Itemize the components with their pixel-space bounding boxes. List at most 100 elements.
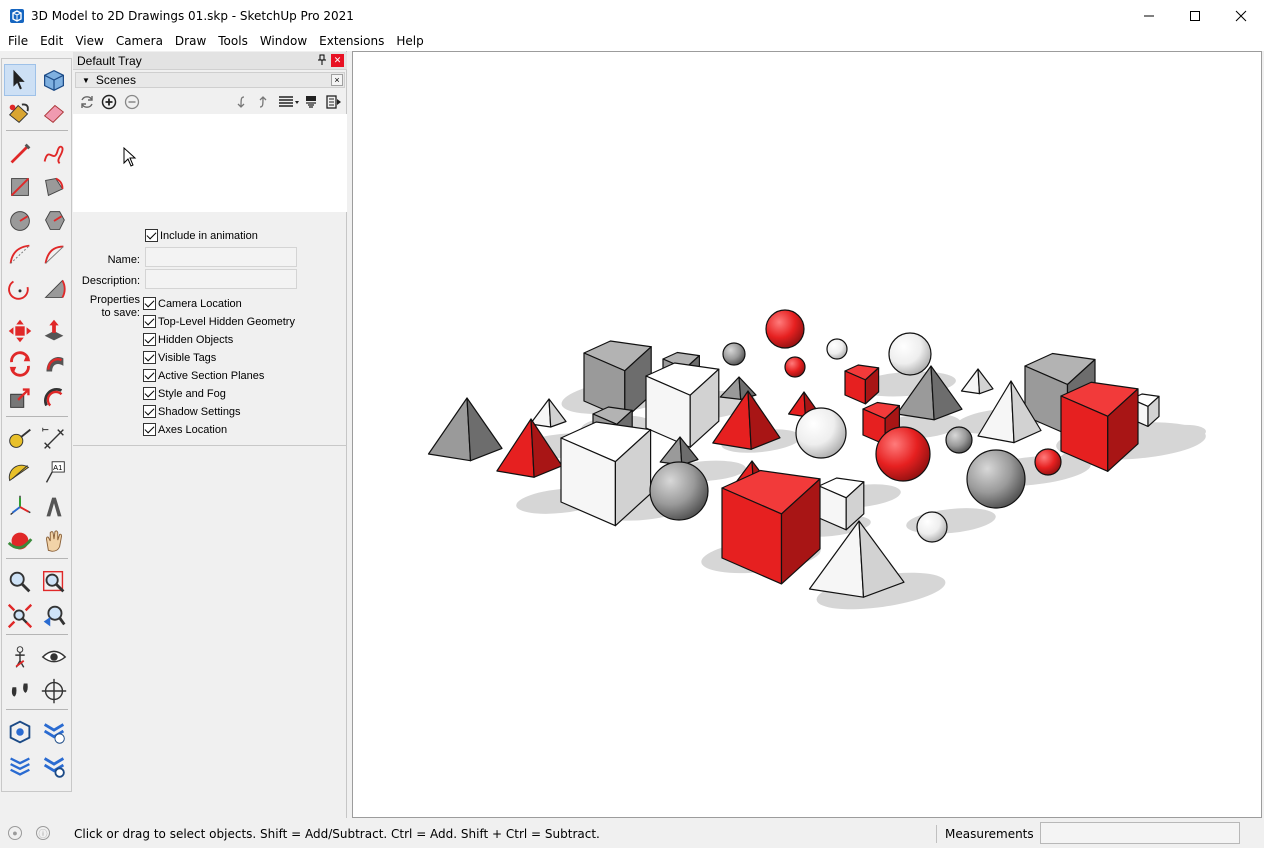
property-checkbox[interactable]: [143, 387, 156, 400]
tool-three-point-arc-button[interactable]: [4, 273, 36, 305]
geolocation-icon[interactable]: ●: [8, 826, 22, 840]
grey-sphere[interactable]: [649, 461, 709, 521]
include-in-animation-row[interactable]: Include in animation: [145, 229, 258, 242]
white-sphere[interactable]: [826, 338, 848, 360]
menu-help[interactable]: Help: [390, 34, 429, 48]
property-row-top-level-hidden-geometry[interactable]: Top-Level Hidden Geometry: [143, 315, 295, 328]
white-cube[interactable]: [645, 362, 720, 448]
grey-sphere[interactable]: [945, 426, 973, 454]
pin-icon[interactable]: [317, 54, 327, 66]
add-scene-button[interactable]: [100, 93, 118, 111]
minimize-button[interactable]: [1126, 0, 1172, 31]
tray-close-button[interactable]: ✕: [331, 54, 344, 67]
maximize-button[interactable]: [1172, 0, 1218, 31]
property-checkbox[interactable]: [143, 297, 156, 310]
tool-rectangle-button[interactable]: [4, 171, 36, 203]
red-sphere[interactable]: [1034, 448, 1062, 476]
tool-orbit-button[interactable]: [4, 525, 36, 557]
tool-circle-button[interactable]: [4, 205, 36, 237]
menu-draw[interactable]: Draw: [169, 34, 212, 48]
tool-polygon-button[interactable]: [38, 205, 70, 237]
tool-dimensions-button[interactable]: [38, 423, 70, 455]
scene-description-field[interactable]: [145, 269, 297, 289]
white-sphere[interactable]: [916, 511, 948, 543]
tool-scale-button[interactable]: [4, 382, 36, 414]
tool-pan-button[interactable]: [38, 525, 70, 557]
tool-extension-warehouse-button[interactable]: [38, 716, 70, 748]
drawing-viewport[interactable]: [352, 51, 1262, 818]
menu-window[interactable]: Window: [254, 34, 313, 48]
property-checkbox[interactable]: [143, 405, 156, 418]
include-in-animation-checkbox[interactable]: [145, 229, 158, 242]
property-row-visible-tags[interactable]: Visible Tags: [143, 351, 216, 364]
tool-paint-bucket-button[interactable]: [4, 97, 36, 129]
property-row-style-and-fog[interactable]: Style and Fog: [143, 387, 226, 400]
tool-zoom-window-button[interactable]: [38, 566, 70, 598]
update-scene-button[interactable]: [78, 93, 96, 111]
scene-name-field[interactable]: [145, 247, 297, 267]
property-checkbox[interactable]: [143, 423, 156, 436]
menu-extensions[interactable]: Extensions: [313, 34, 390, 48]
tool-section-plane-button[interactable]: [38, 675, 70, 707]
red-sphere[interactable]: [875, 426, 931, 482]
remove-scene-button[interactable]: [123, 93, 141, 111]
grey-sphere[interactable]: [722, 342, 746, 366]
tool-rotate-button[interactable]: [4, 348, 36, 380]
tool-line-button[interactable]: [4, 138, 36, 170]
collapse-arrow-icon[interactable]: ▼: [82, 76, 90, 85]
view-options-button[interactable]: [277, 93, 301, 111]
property-row-active-section-planes[interactable]: Active Section Planes: [143, 369, 264, 382]
white-pyramid[interactable]: [960, 368, 994, 395]
tool-warehouse-button[interactable]: [4, 716, 36, 748]
tool-axes-button[interactable]: [4, 491, 36, 523]
tool-components-button[interactable]: [38, 64, 70, 96]
grey-sphere[interactable]: [966, 449, 1026, 509]
tool-push-pull-button[interactable]: [38, 315, 70, 347]
tool-pie-button[interactable]: [38, 273, 70, 305]
menu-file[interactable]: File: [2, 34, 34, 48]
move-scene-down-button[interactable]: [233, 93, 251, 111]
tool-previous-view-button[interactable]: [38, 600, 70, 632]
tool-text-button[interactable]: A1: [38, 457, 70, 489]
tool-protractor-button[interactable]: [4, 457, 36, 489]
tool-look-around-button[interactable]: [38, 641, 70, 673]
property-row-axes-location[interactable]: Axes Location: [143, 423, 227, 436]
tool-move-button[interactable]: [4, 315, 36, 347]
menu-view[interactable]: View: [69, 34, 109, 48]
tool-position-camera-button[interactable]: [4, 641, 36, 673]
property-row-shadow-settings[interactable]: Shadow Settings: [143, 405, 241, 418]
measurements-box[interactable]: [1040, 822, 1240, 844]
close-button[interactable]: [1218, 0, 1264, 31]
menu-edit[interactable]: Edit: [34, 34, 69, 48]
grey-pyramid[interactable]: [427, 397, 503, 462]
property-checkbox[interactable]: [143, 351, 156, 364]
credits-icon[interactable]: ⓘ: [36, 826, 50, 840]
property-row-hidden-objects[interactable]: Hidden Objects: [143, 333, 233, 346]
scene-menu-button[interactable]: [325, 93, 343, 111]
scenes-panel-header[interactable]: ▼ Scenes ×: [75, 72, 345, 88]
tool-freehand-button[interactable]: [38, 138, 70, 170]
tool-offset-button[interactable]: [38, 382, 70, 414]
white-sphere[interactable]: [888, 332, 932, 376]
white-pyramid[interactable]: [529, 398, 567, 428]
tool-two-point-arc-button[interactable]: [38, 239, 70, 271]
tool-tape-measure-button[interactable]: [4, 423, 36, 455]
white-sphere[interactable]: [795, 407, 847, 459]
property-checkbox[interactable]: [143, 369, 156, 382]
tool-3d-text-button[interactable]: [38, 491, 70, 523]
tool-rotated-rectangle-button[interactable]: [38, 171, 70, 203]
property-checkbox[interactable]: [143, 315, 156, 328]
tool-follow-me-button[interactable]: [38, 348, 70, 380]
tool-eraser-button[interactable]: [38, 97, 70, 129]
property-row-camera-location[interactable]: Camera Location: [143, 297, 242, 310]
red-sphere[interactable]: [765, 309, 805, 349]
red-cube[interactable]: [844, 364, 880, 405]
scenes-close-button[interactable]: ×: [331, 74, 343, 86]
tool-select-button[interactable]: [4, 64, 36, 96]
tool-extension-manager-button[interactable]: [38, 750, 70, 782]
tool-layout-button[interactable]: [4, 750, 36, 782]
menu-camera[interactable]: Camera: [110, 34, 169, 48]
red-sphere[interactable]: [784, 356, 806, 378]
property-checkbox[interactable]: [143, 333, 156, 346]
show-details-button[interactable]: [302, 93, 320, 111]
